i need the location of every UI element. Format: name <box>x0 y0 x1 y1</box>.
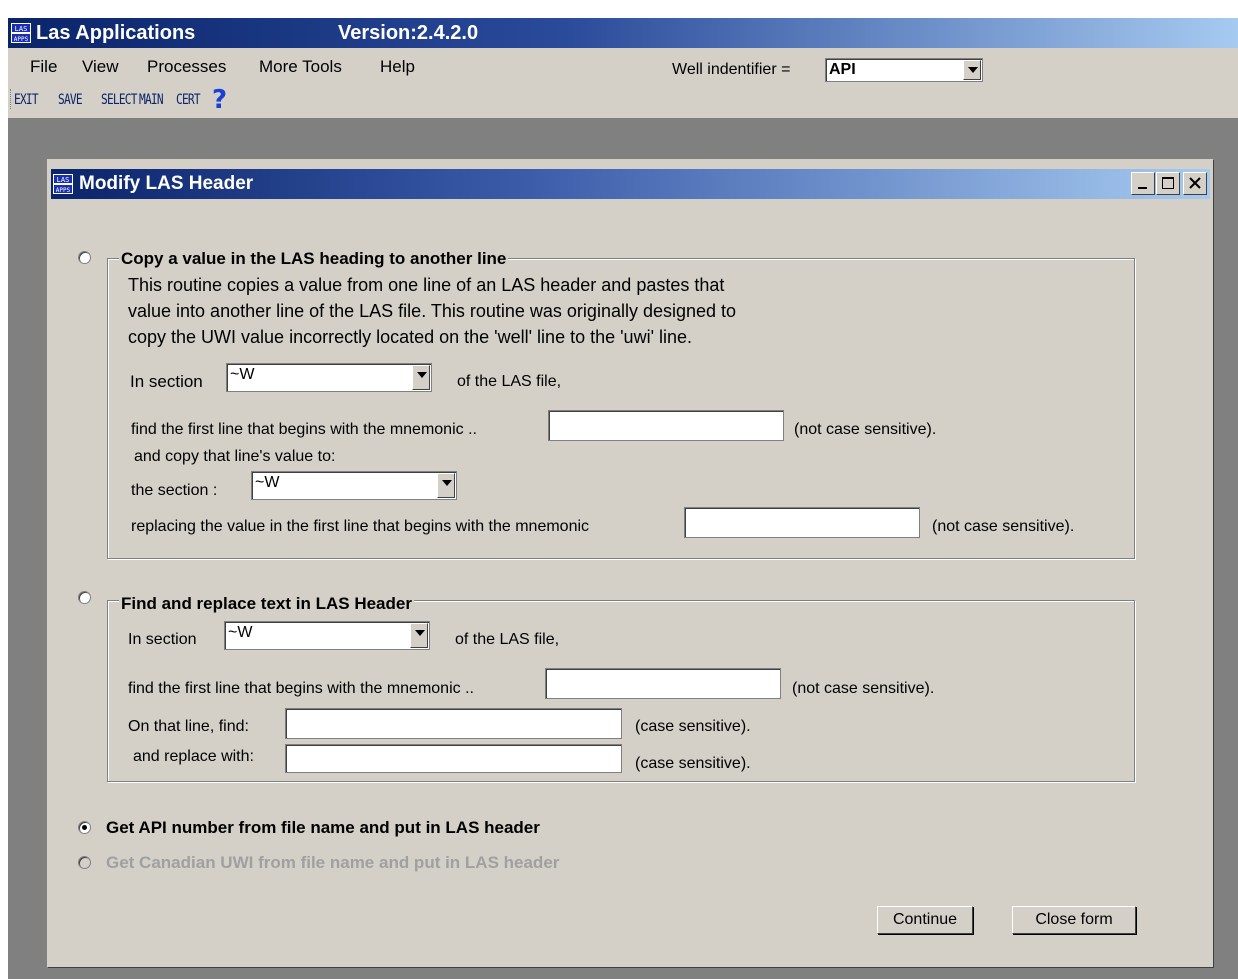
close-form-button[interactable]: Close form <box>1012 906 1136 934</box>
the-section-label: the section : <box>131 482 218 499</box>
find-in-section-select[interactable]: ~W <box>224 621 430 650</box>
svg-text:LAS: LAS <box>15 25 28 33</box>
not-case-sensitive-note: (not case sensitive). <box>792 680 935 697</box>
find-text-input[interactable] <box>285 708 622 739</box>
chevron-down-icon[interactable] <box>410 623 428 648</box>
continue-button[interactable]: Continue <box>877 906 973 934</box>
menu-more-tools[interactable]: More Tools <box>259 57 342 77</box>
close-button[interactable] <box>1183 172 1207 195</box>
close-icon <box>1189 177 1201 189</box>
replace-mnemonic-label: replacing the value in the first line th… <box>131 518 590 535</box>
find-replace-radio[interactable] <box>78 591 91 604</box>
main-button[interactable]: MAIN <box>139 91 164 109</box>
exit-button[interactable]: EXIT <box>14 91 39 109</box>
uwi-from-filename-label: Get Canadian UWI from file name and put … <box>106 853 560 872</box>
menu-view[interactable]: View <box>82 57 119 77</box>
in-section-value: ~W <box>228 624 253 641</box>
in-section-label: In section <box>130 372 203 391</box>
copy-to-label: and copy that line's value to: <box>134 448 336 465</box>
app-window: LAS APPS Las Applications Version:2.4.2.… <box>8 18 1238 979</box>
not-case-sensitive-note: (not case sensitive). <box>932 518 1075 535</box>
replace-text-input[interactable] <box>285 744 622 773</box>
api-from-filename-label[interactable]: Get API number from file name and put in… <box>106 818 540 838</box>
toolbar: EXIT SAVE SELECT MAIN CERT ? <box>8 87 1238 113</box>
chevron-down-icon[interactable] <box>412 365 430 390</box>
minimize-button[interactable] <box>1131 172 1155 195</box>
menu-help[interactable]: Help <box>380 57 415 77</box>
modify-las-header-form: LAS APPS Modify LAS Header Copy a value … <box>47 159 1214 968</box>
help-question-icon[interactable]: ? <box>212 87 227 113</box>
target-mnemonic-input[interactable] <box>684 507 920 538</box>
of-file-label: of the LAS file, <box>457 373 562 390</box>
app-title: Las Applications <box>36 22 196 44</box>
well-identifier-select[interactable]: API <box>825 58 983 82</box>
menu-bar: File View Processes More Tools Help Well… <box>8 49 1238 82</box>
save-button[interactable]: SAVE <box>58 91 83 109</box>
case-sensitive-note: (case sensitive). <box>635 755 751 772</box>
api-from-filename-radio[interactable] <box>78 821 91 834</box>
source-mnemonic-input[interactable] <box>548 410 784 441</box>
copy-target-section-select[interactable]: ~W <box>251 471 457 500</box>
description-line: copy the UWI value incorrectly located o… <box>128 327 693 347</box>
form-title: Modify LAS Header <box>79 173 254 194</box>
cert-button[interactable]: CERT <box>176 91 201 109</box>
in-section-label: In section <box>128 631 197 648</box>
menu-processes[interactable]: Processes <box>147 57 226 77</box>
uwi-from-filename-radio <box>78 856 91 869</box>
not-case-sensitive-note: (not case sensitive). <box>794 421 937 438</box>
on-line-find-label: On that line, find: <box>128 718 249 735</box>
target-section-value: ~W <box>255 474 280 491</box>
find-mnemonic-label: find the first line that begins with the… <box>128 680 474 697</box>
las-apps-logo-icon: LAS APPS <box>11 23 31 43</box>
well-identifier-value: API <box>829 61 856 78</box>
copy-value-legend: Copy a value in the LAS heading to anoth… <box>119 249 509 269</box>
menu-file[interactable]: File <box>30 57 57 77</box>
well-identifier-label: Well indentifier = <box>672 61 791 78</box>
of-file-label: of the LAS file, <box>455 631 560 648</box>
replace-with-label: and replace with: <box>133 748 254 765</box>
in-section-value: ~W <box>230 366 255 383</box>
svg-text:APPS: APPS <box>14 36 29 43</box>
maximize-icon <box>1162 177 1174 189</box>
svg-text:LAS: LAS <box>57 176 70 184</box>
svg-text:APPS: APPS <box>56 187 71 194</box>
find-mnemonic-label: find the first line that begins with the… <box>131 421 477 438</box>
maximize-button[interactable] <box>1156 172 1180 195</box>
copy-value-radio[interactable] <box>78 251 91 264</box>
find-mnemonic-input[interactable] <box>545 668 781 699</box>
chevron-down-icon[interactable] <box>437 473 455 498</box>
form-titlebar: LAS APPS Modify LAS Header <box>51 169 1210 199</box>
copy-in-section-select[interactable]: ~W <box>226 363 432 392</box>
case-sensitive-note: (case sensitive). <box>635 718 751 735</box>
find-replace-legend: Find and replace text in LAS Header <box>119 594 414 614</box>
select-button[interactable]: SELECT <box>101 91 137 109</box>
app-version: Version:2.4.2.0 <box>338 22 479 44</box>
chevron-down-icon[interactable] <box>963 60 981 80</box>
toolbar-grip[interactable] <box>10 89 13 109</box>
description-line: value into another line of the LAS file.… <box>128 301 737 321</box>
minimize-icon <box>1138 187 1147 189</box>
app-titlebar: LAS APPS Las Applications Version:2.4.2.… <box>8 18 1238 48</box>
las-apps-logo-icon: LAS APPS <box>53 174 73 194</box>
description-line: This routine copies a value from one lin… <box>128 275 725 295</box>
